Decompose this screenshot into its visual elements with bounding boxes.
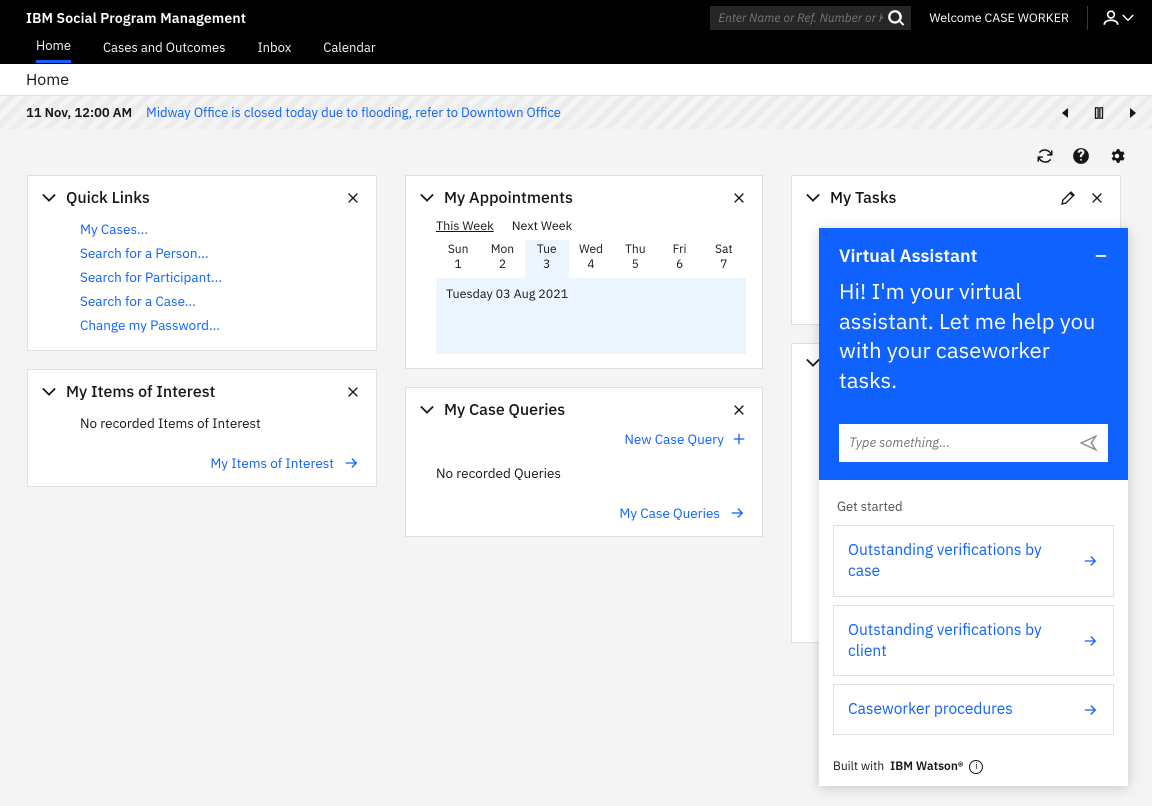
chevron-down-icon[interactable]	[42, 191, 56, 205]
refresh-icon[interactable]	[1036, 147, 1054, 165]
announcement-time: 11 Nov, 12:00 AM	[26, 104, 132, 121]
va-item-verifications-case[interactable]: Outstanding verifications by case	[833, 525, 1114, 597]
va-title: Virtual Assistant	[839, 244, 977, 267]
appointment-date-label: Tuesday 03 Aug 2021	[436, 278, 746, 354]
global-search[interactable]	[710, 6, 911, 30]
card-title: My Appointments	[444, 188, 573, 208]
va-item-procedures[interactable]: Caseworker procedures	[833, 684, 1114, 735]
nav-home[interactable]: Home	[36, 37, 71, 63]
day-tue[interactable]: Tue3	[525, 240, 569, 278]
chevron-down-icon[interactable]	[420, 403, 434, 417]
app-title: IBM Social Program Management	[26, 9, 246, 27]
close-icon[interactable]	[346, 385, 360, 399]
day-wed[interactable]: Wed4	[569, 240, 613, 278]
chevron-down-icon[interactable]	[806, 191, 820, 205]
welcome-text: Welcome CASE WORKER	[929, 10, 1069, 26]
help-icon[interactable]	[1072, 147, 1090, 165]
user-icon	[1102, 9, 1120, 27]
announce-prev-icon[interactable]	[1060, 107, 1070, 119]
search-input[interactable]	[710, 11, 911, 26]
tab-next-week[interactable]: Next Week	[512, 218, 573, 234]
link-change-password[interactable]: Change my Password...	[80, 316, 360, 334]
link-search-participant[interactable]: Search for Participant...	[80, 268, 360, 286]
items-interest-card: My Items of Interest No recorded Items o…	[27, 369, 377, 487]
announce-pause-icon[interactable]	[1092, 106, 1106, 120]
case-queries-card: My Case Queries New Case Query No record…	[405, 387, 763, 537]
close-icon[interactable]	[1090, 191, 1104, 205]
user-menu[interactable]	[1087, 6, 1134, 30]
empty-text: No recorded Items of Interest	[80, 414, 261, 432]
quick-links-card: Quick Links My Cases... Search for a Per…	[27, 175, 377, 351]
chevron-down-icon[interactable]	[806, 356, 820, 370]
close-icon[interactable]	[346, 191, 360, 205]
tab-this-week[interactable]: This Week	[436, 218, 494, 234]
va-input-wrap	[839, 424, 1108, 462]
page-toolbar	[0, 129, 1152, 165]
virtual-assistant-panel: Virtual Assistant Hi! I'm your virtual a…	[819, 228, 1128, 786]
announcement-bar: 11 Nov, 12:00 AM Midway Office is closed…	[0, 96, 1152, 129]
card-title: My Items of Interest	[66, 382, 215, 402]
link-search-person[interactable]: Search for a Person...	[80, 244, 360, 262]
day-sat[interactable]: Sat7	[702, 240, 746, 278]
card-title: My Tasks	[830, 188, 896, 208]
case-queries-footer-link[interactable]: My Case Queries	[619, 504, 746, 522]
va-greeting: Hi! I'm your virtual assistant. Let me h…	[839, 277, 1108, 396]
chevron-down-icon[interactable]	[420, 191, 434, 205]
nav-calendar[interactable]: Calendar	[323, 39, 375, 62]
nav-cases[interactable]: Cases and Outcomes	[103, 39, 225, 62]
minimize-icon[interactable]	[1094, 249, 1108, 263]
va-input[interactable]	[849, 434, 1080, 451]
announcement-message[interactable]: Midway Office is closed today due to flo…	[146, 104, 561, 121]
close-icon[interactable]	[732, 403, 746, 417]
chevron-down-icon	[1122, 12, 1134, 24]
info-icon[interactable]: i	[969, 760, 983, 774]
app-header: IBM Social Program Management Welcome CA…	[0, 0, 1152, 64]
nav-inbox[interactable]: Inbox	[257, 39, 291, 62]
va-item-verifications-client[interactable]: Outstanding verifications by client	[833, 605, 1114, 677]
empty-text: No recorded Queries	[436, 464, 561, 482]
new-case-query-link[interactable]: New Case Query	[624, 430, 746, 448]
card-title: Quick Links	[66, 188, 150, 208]
va-footer: Built with IBM Watson® i	[819, 749, 1128, 786]
day-sun[interactable]: Sun1	[436, 240, 480, 278]
day-fri[interactable]: Fri6	[657, 240, 701, 278]
day-thu[interactable]: Thu5	[613, 240, 657, 278]
link-search-case[interactable]: Search for a Case...	[80, 292, 360, 310]
close-icon[interactable]	[732, 191, 746, 205]
search-icon[interactable]	[887, 9, 905, 27]
va-get-started-label: Get started	[837, 498, 1114, 515]
announce-next-icon[interactable]	[1128, 107, 1138, 119]
send-icon[interactable]	[1080, 434, 1098, 452]
items-interest-footer-link[interactable]: My Items of Interest	[210, 454, 360, 472]
primary-nav: Home Cases and Outcomes Inbox Calendar	[0, 36, 1152, 64]
chevron-down-icon[interactable]	[42, 385, 56, 399]
day-mon[interactable]: Mon2	[480, 240, 524, 278]
appointments-card: My Appointments This Week Next Week Sun1…	[405, 175, 763, 369]
appointment-days: Sun1 Mon2 Tue3 Wed4 Thu5 Fri6 Sat7	[406, 238, 762, 278]
page-title: Home	[0, 64, 1152, 96]
settings-icon[interactable]	[1108, 147, 1126, 165]
edit-icon[interactable]	[1060, 190, 1076, 206]
card-title: My Case Queries	[444, 400, 565, 420]
link-my-cases[interactable]: My Cases...	[80, 220, 360, 238]
